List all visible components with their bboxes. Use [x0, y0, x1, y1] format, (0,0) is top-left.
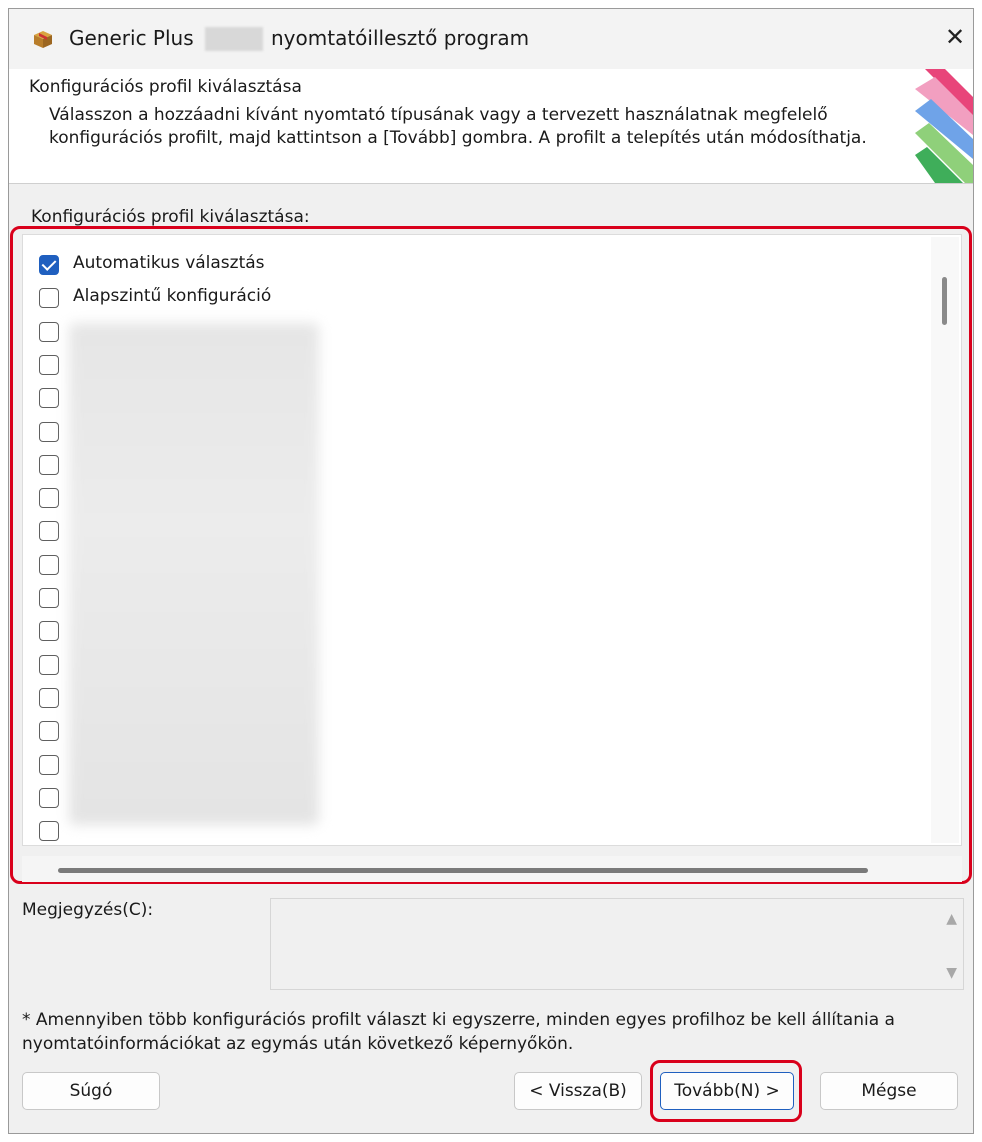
profile-checkbox[interactable]	[39, 255, 59, 275]
profile-checkbox[interactable]	[39, 787, 59, 808]
page-title: Konfigurációs profil kiválasztása	[29, 77, 302, 97]
scroll-down-icon[interactable]: ▼	[946, 965, 957, 981]
profile-checkbox[interactable]	[39, 321, 59, 342]
vertical-scrollbar[interactable]	[931, 237, 959, 843]
profile-checkbox[interactable]	[39, 588, 59, 608]
vertical-scrollbar-thumb[interactable]	[942, 277, 947, 325]
profile-checkbox[interactable]	[39, 288, 59, 309]
profile-item-label: Alapszintű konfiguráció	[73, 286, 272, 307]
note-field[interactable]: ▲ ▼	[270, 898, 964, 990]
profile-checkbox[interactable]	[39, 354, 59, 375]
note-label: Megjegyzés(C):	[22, 900, 154, 920]
window-title: Generic Plus	[69, 26, 194, 50]
title-bar: Generic Plus nyomtatóillesztő program ✕	[9, 9, 973, 69]
profile-checkbox[interactable]	[39, 554, 59, 575]
window-title-suffix: nyomtatóillesztő program	[271, 26, 530, 50]
profile-list[interactable]: Automatikus választás Alapszintű konfigur…	[22, 234, 962, 846]
profile-checkbox[interactable]	[39, 454, 59, 475]
profile-checkbox[interactable]	[39, 654, 59, 675]
back-button[interactable]: < Vissza(B)	[514, 1072, 642, 1110]
horizontal-scrollbar-thumb[interactable]	[58, 868, 868, 873]
page-header: Konfigurációs profil kiválasztása Válass…	[9, 69, 973, 184]
profile-checkbox[interactable]	[39, 754, 59, 775]
installer-box-icon	[31, 27, 55, 51]
redacted-model	[205, 27, 263, 51]
profile-list-label: Konfigurációs profil kiválasztása:	[31, 207, 310, 227]
cancel-button[interactable]: Mégse	[820, 1072, 958, 1110]
profile-checkbox[interactable]	[39, 421, 59, 442]
banner-graphic	[915, 69, 973, 183]
profile-checkbox[interactable]	[39, 721, 59, 742]
profile-checkbox[interactable]	[39, 821, 59, 842]
help-button[interactable]: Súgó	[22, 1072, 160, 1110]
highlight-frame-next	[650, 1060, 802, 1122]
profile-item-label: Automatikus választás	[73, 253, 265, 273]
profile-checkbox[interactable]	[39, 388, 59, 409]
profile-checkbox[interactable]	[39, 521, 59, 542]
profile-checkbox[interactable]	[39, 687, 59, 708]
scroll-up-icon[interactable]: ▲	[946, 911, 957, 927]
profile-checkbox[interactable]	[39, 488, 59, 509]
horizontal-scrollbar[interactable]	[22, 856, 962, 882]
profile-checkbox[interactable]	[39, 621, 59, 642]
footnote-text: * Amennyiben több konfigurációs profilt …	[22, 1010, 895, 1054]
redacted-profile-names	[69, 323, 319, 825]
close-button[interactable]: ✕	[941, 23, 969, 51]
page-description: Válasszon a hozzáadni kívánt nyomtató tí…	[49, 105, 867, 148]
